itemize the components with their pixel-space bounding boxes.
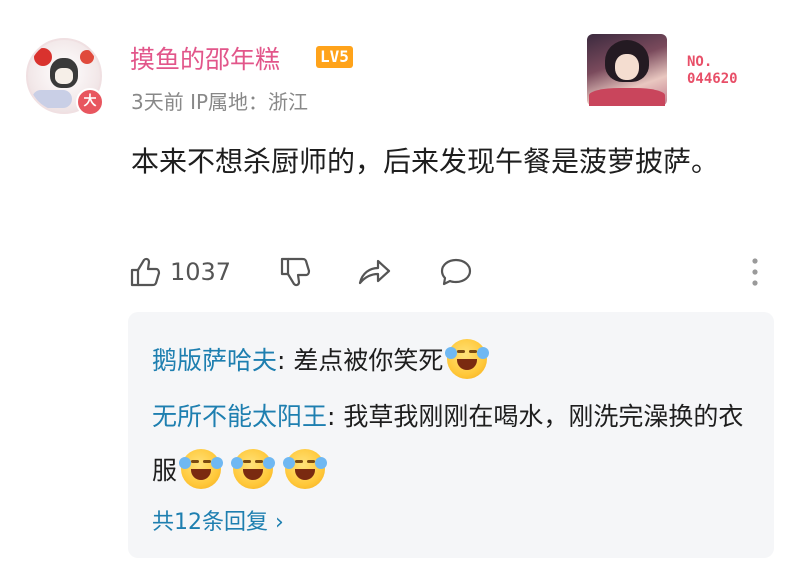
reply-author[interactable]: 鹅版萨哈夫: [152, 346, 277, 375]
level-badge: LV5: [316, 46, 353, 68]
reply-icon: [438, 255, 474, 289]
reply-button[interactable]: [438, 252, 474, 292]
view-all-replies-link[interactable]: 共12条回复 ›: [152, 504, 284, 536]
reply-item[interactable]: 鹅版萨哈夫: 差点被你笑死: [152, 334, 490, 388]
fan-card-image: [587, 34, 667, 106]
like-count: 1037: [170, 258, 232, 286]
comment-text: 本来不想杀厨师的，后来发现午餐是菠萝披萨。: [131, 145, 720, 178]
dislike-icon: [278, 255, 312, 289]
more-button[interactable]: [750, 256, 760, 292]
cloud-decoration: [32, 90, 72, 108]
share-icon: [356, 255, 392, 289]
more-icon: [750, 258, 760, 292]
username[interactable]: 摸鱼的邵年糕: [130, 40, 280, 76]
comment-actions: 1037: [128, 252, 768, 296]
fan-card[interactable]: NO. 044620: [587, 34, 767, 106]
laughing-crying-emoji-icon: [230, 449, 275, 489]
laughing-crying-emoji-icon: [445, 339, 490, 379]
fan-card-number: NO. 044620: [687, 54, 738, 88]
reply-separator: :: [277, 346, 294, 375]
laughing-crying-emoji-icon: [179, 449, 224, 489]
fan-card-number-prefix: NO.: [687, 54, 713, 70]
reply-panel: 鹅版萨哈夫: 差点被你笑死 无所不能太阳王: 我草我刚刚在喝水，刚洗完澡换的衣服…: [128, 312, 774, 558]
reply-separator: :: [327, 402, 344, 431]
like-icon: [128, 255, 162, 289]
reply-author[interactable]: 无所不能太阳王: [152, 402, 327, 431]
like-button[interactable]: 1037: [128, 252, 231, 292]
share-button[interactable]: [356, 252, 392, 292]
laughing-crying-emoji-icon: [282, 449, 327, 489]
lantern-decoration: [34, 48, 52, 66]
avatar-face: [55, 68, 73, 84]
avatar-badge: 大: [76, 88, 104, 116]
fan-card-number-value: 044620: [687, 71, 738, 87]
reply-text: 差点被你笑死: [293, 346, 444, 375]
reply-item[interactable]: 无所不能太阳王: 我草我刚刚在喝水，刚洗完澡换的衣服: [152, 390, 752, 498]
lantern-decoration: [80, 50, 94, 64]
avatar[interactable]: 大: [26, 38, 104, 116]
dislike-button[interactable]: [278, 252, 312, 292]
comment-meta: 3天前 IP属地：浙江: [131, 90, 309, 114]
